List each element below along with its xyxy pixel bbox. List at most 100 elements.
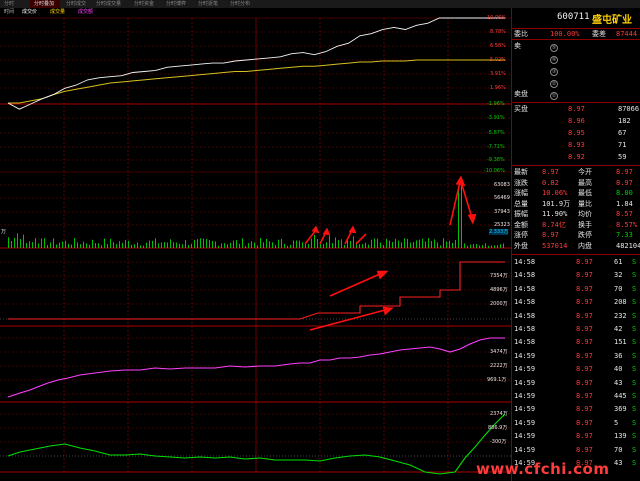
tick-time: 14:59 — [514, 365, 536, 374]
stat-value-2: 8.57% — [616, 220, 638, 229]
volume-bar — [224, 243, 225, 248]
level-index-icon: ③ — [550, 68, 558, 76]
volume-bar — [110, 238, 111, 248]
buy-order-volume: 59 — [618, 153, 627, 161]
volume-bar — [188, 244, 189, 248]
volume-bar — [143, 245, 144, 248]
average-price-line — [8, 59, 505, 104]
stat-label-2: 均价 — [578, 210, 592, 218]
separator — [512, 102, 640, 103]
tick-row: 14:59 8.97 139 S — [512, 431, 640, 442]
volume-bar — [113, 242, 114, 248]
volume-bar — [80, 244, 81, 248]
stat-value-2: 8.00 — [616, 189, 633, 197]
tick-price: 8.97 — [576, 284, 593, 293]
webi-row: 委比 100.00% 委差 87444 — [512, 28, 640, 39]
stock-code: 600711 — [557, 12, 590, 22]
buy-order-row: 8.96 182 — [512, 116, 640, 127]
pct-axis-3: 5.02% — [490, 57, 506, 63]
volume-bar — [410, 242, 411, 248]
level-index-icon: ⑤ — [550, 44, 558, 52]
stat-row: 涨幅 10.06% 最低 8.00 — [512, 188, 640, 199]
volume-bar — [452, 242, 453, 248]
volume-grid — [0, 184, 511, 249]
volume-bar — [71, 244, 72, 248]
volume-bar — [449, 240, 450, 248]
volume-bar — [260, 238, 261, 248]
volume-bar — [230, 242, 231, 248]
volume-bar — [155, 238, 156, 248]
vol-axis-4: 2.333万 — [489, 229, 509, 235]
volume-bar — [296, 240, 297, 248]
volume-bar — [287, 245, 288, 248]
buy-order-label: 买盘 — [514, 105, 528, 113]
buy-order-volume: 182 — [618, 117, 631, 125]
volume-bar — [35, 238, 36, 248]
volume-bar — [74, 238, 75, 248]
volume-bar — [50, 242, 51, 248]
stat-label-1: 总量 — [514, 199, 528, 208]
volume-bar — [269, 241, 270, 248]
volume-bar — [173, 242, 174, 248]
pct-axis-6: -1.96% — [487, 101, 505, 107]
vol-axis-1: 56469 — [494, 195, 510, 201]
pct-axis-2: 6.58% — [490, 43, 506, 49]
tick-price: 8.97 — [576, 351, 593, 360]
price-line — [7, 17, 505, 110]
volume-bar — [461, 186, 462, 248]
stat-label-2: 量比 — [578, 199, 592, 208]
volume-bar — [170, 239, 171, 248]
volume-bar — [131, 244, 132, 248]
volume-bar — [503, 243, 504, 248]
volume-bar — [20, 239, 21, 248]
tick-time: 14:58 — [514, 325, 536, 333]
quote-panel: 600711 盛屯矿业 委比 100.00% 委差 87444 卖 ⑤ ④ ③ ② 卖盘 ①… — [511, 8, 640, 481]
volume-bar — [392, 242, 393, 248]
tick-row: 14:58 8.97 232 S — [512, 311, 640, 322]
volume-bar — [17, 233, 18, 248]
stat-label-1: 外盘 — [514, 241, 528, 250]
watermark: www.cfchi.com — [476, 460, 610, 478]
ind2-axis-1: 2222万 — [490, 363, 508, 369]
volume-bar — [281, 238, 282, 248]
volume-bar — [161, 242, 162, 248]
volume-bar — [338, 240, 339, 248]
volume-bar — [242, 238, 243, 248]
pct-axis-8: -5.87% — [487, 130, 505, 136]
tick-price: 8.97 — [576, 338, 593, 347]
volume-bar — [401, 242, 402, 248]
volume-bar — [86, 243, 87, 248]
indicator3-line — [7, 413, 506, 475]
tick-price: 8.97 — [576, 378, 593, 387]
stat-label-1: 振幅 — [514, 210, 528, 218]
stat-value-1: 101.9万 — [542, 199, 571, 208]
volume-bar — [215, 241, 216, 248]
volume-bar — [245, 245, 246, 248]
buy-order-price: 8.96 — [568, 117, 585, 125]
volume-bar — [314, 234, 315, 248]
stat-row: 涨停 8.97 跌停 7.33 — [512, 230, 640, 241]
tick-row: 14:58 8.97 208 S — [512, 297, 640, 308]
stat-label-1: 最新 — [514, 168, 528, 176]
stat-value-2: 482104 — [616, 241, 640, 250]
volume-bar — [455, 239, 456, 248]
stat-value-2: 8.57 — [616, 210, 633, 218]
volume-bar — [116, 244, 117, 248]
tick-volume: 36 — [614, 351, 623, 360]
separator — [512, 254, 640, 255]
tick-side: S — [632, 432, 637, 441]
sell-order-row: ④ — [512, 53, 640, 64]
volume-bar — [89, 244, 90, 248]
tick-side: S — [632, 284, 637, 293]
tick-volume: 151 — [614, 338, 627, 347]
stat-label-1: 涨跌 — [514, 178, 528, 187]
buy-order-row: 买盘 8.97 87066 — [512, 104, 640, 115]
volume-bar — [482, 245, 483, 248]
volume-bar — [101, 245, 102, 248]
volume-bar — [275, 244, 276, 248]
volume-bar — [44, 238, 45, 248]
volume-bar — [428, 238, 429, 248]
volume-bar — [92, 239, 93, 248]
volume-bar — [446, 241, 447, 248]
volume-bar — [41, 238, 42, 248]
